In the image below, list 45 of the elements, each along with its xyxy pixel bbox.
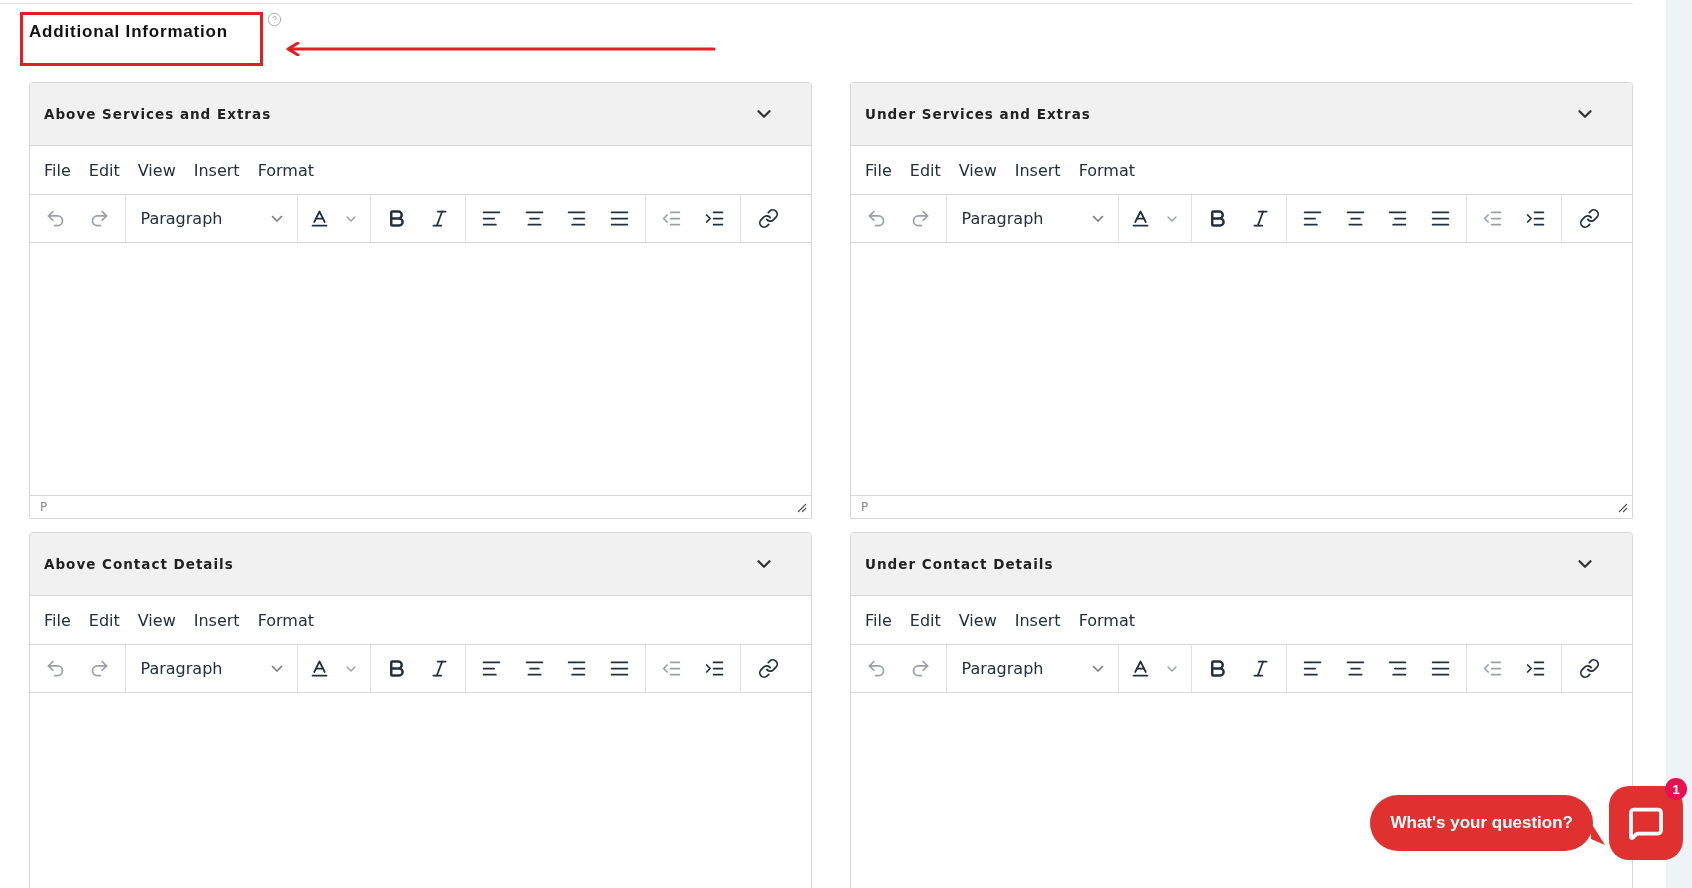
menu-item[interactable]: View	[129, 606, 184, 634]
menu-item[interactable]: Edit	[901, 156, 949, 184]
menu-item[interactable]: File	[857, 606, 900, 634]
resize-handle-icon[interactable]	[1617, 501, 1628, 513]
menu-item[interactable]: View	[950, 606, 1005, 634]
menu-item[interactable]: Insert	[1006, 606, 1069, 634]
panel-title: Under Services and Extras	[865, 106, 1091, 122]
chat-bubble-icon	[1628, 805, 1664, 841]
menu-item[interactable]: Format	[1070, 606, 1143, 634]
menu-item[interactable]: Format	[249, 156, 322, 184]
bubble-tail-icon	[1591, 823, 1605, 845]
caret-icon	[1091, 665, 1104, 672]
menu-item[interactable]: File	[36, 606, 79, 634]
chat-button[interactable]	[1609, 786, 1683, 860]
block-format-dropdown[interactable]: Paragraph	[957, 209, 1108, 228]
panel-header[interactable]: Above Contact Details	[30, 533, 811, 596]
caret-icon	[1091, 215, 1104, 222]
menu-item[interactable]: Insert	[185, 606, 248, 634]
element-path: P	[861, 500, 869, 514]
panel-title: Above Contact Details	[44, 556, 234, 572]
menu-item[interactable]: View	[129, 156, 184, 184]
menu-item[interactable]: File	[857, 156, 900, 184]
panel-header[interactable]: Above Services and Extras	[30, 83, 811, 146]
block-format-dropdown[interactable]: Paragraph	[136, 209, 287, 228]
panel-title: Under Contact Details	[865, 556, 1054, 572]
caret-icon	[270, 215, 283, 222]
caret-icon	[270, 665, 283, 672]
menu-item[interactable]: Format	[1070, 156, 1143, 184]
panel-header[interactable]: Under Contact Details	[851, 533, 1632, 596]
menu-item[interactable]: File	[36, 156, 79, 184]
menu-item[interactable]: Edit	[901, 606, 949, 634]
block-format-dropdown[interactable]: Paragraph	[136, 659, 287, 678]
menu-item[interactable]: Insert	[185, 156, 248, 184]
panel-title: Above Services and Extras	[44, 106, 272, 122]
block-format-dropdown[interactable]: Paragraph	[957, 659, 1108, 678]
menu-item[interactable]: Edit	[80, 156, 128, 184]
menu-item[interactable]: Insert	[1006, 156, 1069, 184]
element-path: P	[40, 500, 48, 514]
menu-item[interactable]: View	[950, 156, 1005, 184]
menu-item[interactable]: Format	[249, 606, 322, 634]
section-title: Additional Information	[20, 12, 263, 66]
chat-prompt-bubble[interactable]: What's your question?	[1370, 795, 1593, 851]
panel-header[interactable]: Under Services and Extras	[851, 83, 1632, 146]
menu-item[interactable]: Edit	[80, 606, 128, 634]
resize-handle-icon[interactable]	[796, 501, 807, 513]
